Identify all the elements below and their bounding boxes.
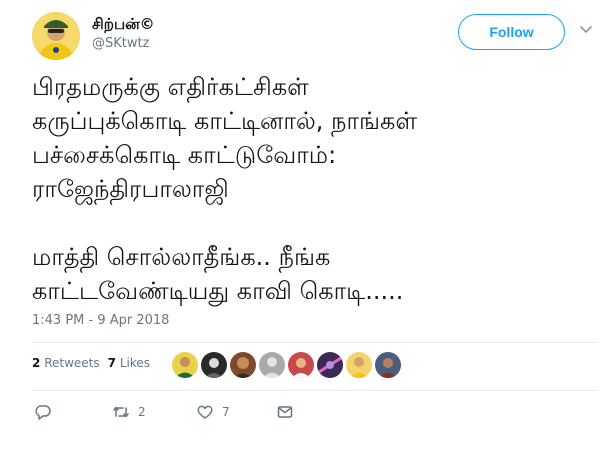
likers-avatars [172,352,404,378]
retweet-count: 2 [138,405,146,419]
retweet-icon [113,406,129,418]
likes-stat[interactable]: 7 Likes [108,356,150,370]
liker-avatar[interactable] [230,352,256,378]
message-button[interactable] [276,403,302,421]
tweet-card: சிற்பன்© @SKtwtz Follow பிரதமருக்கு எதிர… [0,0,600,450]
liker-avatar[interactable] [346,352,372,378]
chevron-down-icon[interactable] [578,22,594,38]
engagement-stats: 2 Retweets 7 Likes [32,356,158,370]
follow-button[interactable]: Follow [458,14,565,50]
retweet-button[interactable]: 2 [112,403,146,421]
liker-avatar[interactable] [172,352,198,378]
reply-button[interactable] [34,403,60,421]
like-count: 7 [222,405,230,419]
divider [32,342,598,343]
liker-avatar[interactable] [288,352,314,378]
retweets-label: Retweets [44,356,100,370]
reply-icon [35,405,51,420]
liker-avatar[interactable] [201,352,227,378]
avatar[interactable] [32,12,80,60]
like-button[interactable]: 7 [196,403,230,421]
likes-label: Likes [119,356,150,370]
divider [32,390,598,391]
likes-count: 7 [107,356,116,370]
retweets-count: 2 [32,356,41,370]
liker-avatar[interactable] [259,352,285,378]
heart-icon [197,405,213,419]
tweet-timestamp[interactable]: 1:43 PM - 9 Apr 2018 [32,313,169,328]
liker-avatar[interactable] [317,352,343,378]
tweet-text: பிரதமருக்கு எதிர்கட்சிகள் கருப்புக்கொடி … [32,73,418,305]
display-name[interactable]: சிற்பன்© [92,15,155,35]
user-handle[interactable]: @SKtwtz [92,36,149,51]
retweets-stat[interactable]: 2 Retweets [32,356,100,370]
liker-avatar[interactable] [375,352,401,378]
envelope-icon [277,406,293,418]
